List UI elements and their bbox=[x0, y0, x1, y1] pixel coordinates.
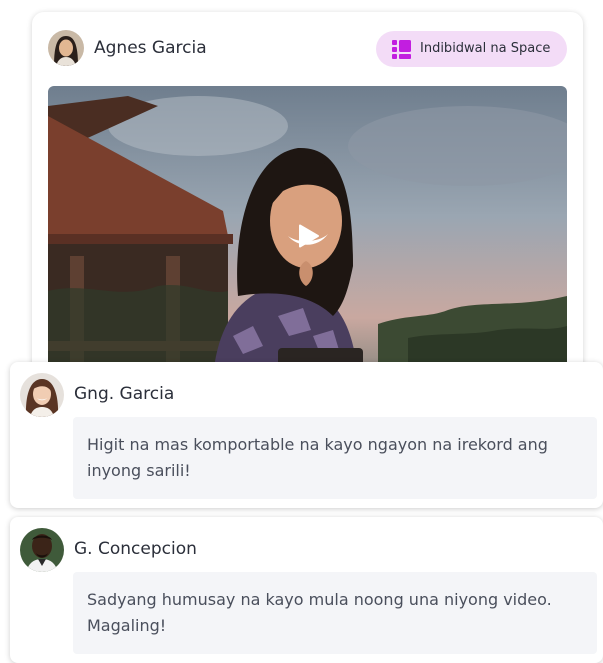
post-header: Agnes Garcia Indibidwal na Space bbox=[48, 30, 567, 68]
post-card: Agnes Garcia Indibidwal na Space bbox=[32, 12, 583, 412]
comment-text: Higit na mas komportable na kayo ngayon … bbox=[73, 417, 597, 499]
commenter-name[interactable]: Gng. Garcia bbox=[74, 384, 174, 404]
comment-text: Sadyang humusay na kayo mula noong una n… bbox=[73, 572, 597, 654]
author-avatar[interactable] bbox=[48, 30, 84, 66]
play-icon[interactable] bbox=[298, 224, 320, 248]
author-name[interactable]: Agnes Garcia bbox=[94, 38, 207, 58]
commenter-avatar[interactable] bbox=[20, 528, 64, 572]
comment-card: Gng. Garcia Higit na mas komportable na … bbox=[10, 362, 603, 508]
commenter-name[interactable]: G. Concepcion bbox=[74, 539, 197, 559]
commenter-avatar[interactable] bbox=[20, 373, 64, 417]
video-player[interactable] bbox=[48, 86, 567, 376]
space-grid-icon bbox=[392, 40, 411, 59]
space-badge[interactable]: Indibidwal na Space bbox=[376, 31, 567, 67]
space-badge-label: Indibidwal na Space bbox=[420, 41, 551, 56]
comment-card: G. Concepcion Sadyang humusay na kayo mu… bbox=[10, 517, 603, 663]
